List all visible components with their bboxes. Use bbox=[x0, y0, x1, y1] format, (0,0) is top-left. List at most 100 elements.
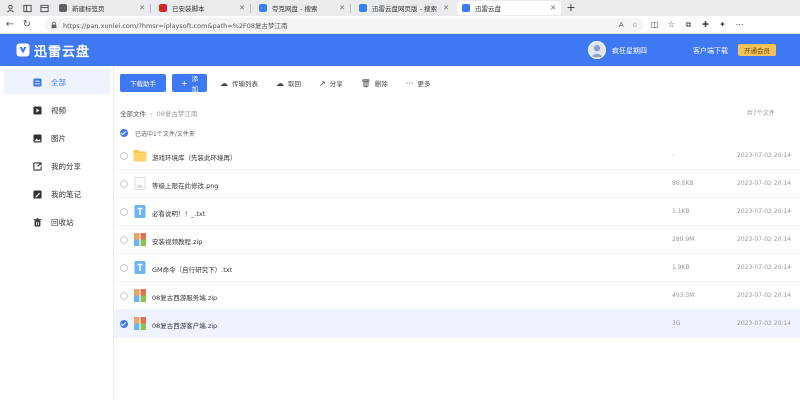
sidebar-item-video[interactable]: 视频 bbox=[4, 98, 110, 122]
table-row[interactable]: 安装视频教程.zip 289.9M 2023-07-02 20:14 bbox=[114, 226, 800, 254]
row-checkbox[interactable] bbox=[120, 208, 128, 216]
tab-divider bbox=[350, 3, 351, 13]
row-checkbox[interactable] bbox=[120, 320, 128, 328]
sidebar-item-my-notes[interactable]: 我的笔记 bbox=[4, 182, 110, 206]
address-text: https://pan.xunlei.com/?hmsr=iplaysoft.c… bbox=[63, 21, 288, 30]
trash-icon bbox=[33, 218, 42, 227]
add-button[interactable]: + 添加 bbox=[172, 74, 207, 93]
share-button[interactable]: ↗ 分享 bbox=[310, 74, 352, 92]
image-icon bbox=[33, 134, 42, 143]
browser-tab[interactable]: 迅雷云盘网页版 - 搜索 ✕ bbox=[354, 1, 454, 15]
address-bar-row: ← ↻ https://pan.xunlei.com/?hmsr=iplayso… bbox=[0, 16, 800, 34]
row-checkbox[interactable] bbox=[120, 180, 128, 188]
back-icon[interactable]: ← bbox=[3, 18, 17, 32]
plus-icon: + bbox=[180, 78, 188, 88]
zip-file-icon bbox=[134, 289, 146, 302]
more-dots-icon: ··· bbox=[405, 78, 414, 88]
file-size: 493.3M bbox=[672, 292, 695, 299]
logo[interactable]: 迅雷云盘 bbox=[16, 41, 90, 60]
transfer-list-button[interactable]: ☁ 传输列表 bbox=[211, 74, 267, 92]
file-name[interactable]: 游戏环境库（先装此环境再） bbox=[152, 152, 237, 162]
sidebar-item-image[interactable]: 图片 bbox=[4, 126, 110, 150]
sidebar-item-all[interactable]: 全部 bbox=[4, 70, 110, 94]
more-button[interactable]: ··· 更多 bbox=[397, 74, 440, 92]
address-bar[interactable]: https://pan.xunlei.com/?hmsr=iplaysoft.c… bbox=[44, 17, 644, 32]
browser-tab[interactable]: 已安装脚本 ✕ bbox=[154, 1, 250, 15]
sidebar-item-my-share[interactable]: 我的分享 bbox=[4, 154, 110, 178]
lock-icon bbox=[51, 21, 57, 28]
refresh-icon[interactable]: ↻ bbox=[20, 18, 34, 32]
image-file-icon bbox=[134, 177, 146, 190]
table-row[interactable]: 08复古西游服务端.zip 493.3M 2023-07-02 20:14 bbox=[114, 282, 800, 310]
row-checkbox[interactable] bbox=[120, 152, 128, 160]
sidebar: 全部 视频 图片 我的分享 我的笔记 回收站 bbox=[0, 66, 114, 400]
file-size: 289.9M bbox=[672, 236, 695, 243]
delete-button[interactable]: 🗑 删除 bbox=[352, 74, 397, 92]
selection-text: 已选中1个文件/文件夹 bbox=[135, 130, 195, 138]
profile-icon[interactable] bbox=[3, 1, 17, 15]
breadcrumb: 全部文件 › 08复古梦江南 bbox=[120, 108, 197, 118]
close-tab-icon[interactable]: ✕ bbox=[443, 4, 449, 12]
sidebar-item-recycle-bin[interactable]: 回收站 bbox=[4, 210, 110, 234]
trash-icon: 🗑 bbox=[360, 78, 371, 88]
file-name[interactable]: 08复古西游服务端.zip bbox=[152, 292, 217, 302]
select-all-checkbox[interactable] bbox=[120, 129, 128, 137]
tab-favicon-icon bbox=[59, 4, 67, 12]
workspaces-icon[interactable] bbox=[20, 1, 34, 15]
browser-tab-active[interactable]: 迅雷云盘 ✕ bbox=[457, 1, 561, 15]
tab-divider bbox=[250, 3, 251, 13]
browser-tab[interactable]: 夸克网盘 - 搜索 ✕ bbox=[254, 1, 350, 15]
file-name[interactable]: 等级上限在此修改.png bbox=[152, 180, 218, 190]
download-helper-button[interactable]: 下载助手 bbox=[120, 74, 166, 92]
action-toolbar: 下载助手 + 添加 ☁ 传输列表 ☁ 取回 ↗ 分享 🗑 删除 ··· 更多 bbox=[120, 74, 440, 93]
tab-label: 迅雷云盘网页版 - 搜索 bbox=[372, 5, 437, 13]
table-row[interactable]: 必看说明！！_.txt 1.1KB 2023-07-02 20:14 bbox=[114, 198, 800, 226]
browser-tab[interactable]: 新建标签页 ✕ bbox=[54, 1, 150, 15]
file-name[interactable]: 安装视频教程.zip bbox=[152, 236, 202, 246]
read-aloud-icon[interactable]: A bbox=[619, 21, 624, 29]
extensions-icon[interactable]: ✚ bbox=[699, 18, 712, 31]
favorites-icon[interactable]: ☆ bbox=[665, 18, 678, 31]
tab-label: 夸克网盘 - 搜索 bbox=[272, 5, 318, 13]
text-file-icon bbox=[134, 205, 146, 218]
breadcrumb-root[interactable]: 全部文件 bbox=[120, 110, 146, 118]
table-row-selected[interactable]: 08复古西游客户端.zip 3G 2023-07-02 20:14 bbox=[114, 310, 800, 338]
file-date: 2023-07-02 20:14 bbox=[737, 264, 792, 271]
client-download-link[interactable]: 客户端下载 bbox=[693, 46, 728, 56]
table-row[interactable]: 等级上限在此修改.png 86.5KB 2023-07-02 20:14 bbox=[114, 170, 800, 198]
list-icon bbox=[33, 78, 42, 87]
close-tab-icon[interactable]: ✕ bbox=[339, 4, 345, 12]
table-row[interactable]: GM命令（自行研究下）.txt 1.9KB 2023-07-02 20:14 bbox=[114, 254, 800, 282]
file-name[interactable]: GM命令（自行研究下）.txt bbox=[152, 264, 232, 274]
share-icon: ↗ bbox=[319, 78, 326, 88]
split-screen-icon[interactable]: ◫ bbox=[648, 18, 661, 31]
row-checkbox[interactable] bbox=[120, 236, 128, 244]
file-size: 1.1KB bbox=[672, 208, 690, 215]
collections-icon[interactable]: ⧉ bbox=[682, 18, 695, 31]
file-name[interactable]: 08复古西游客户端.zip bbox=[152, 320, 217, 330]
row-checkbox[interactable] bbox=[120, 292, 128, 300]
vertical-tabs-icon[interactable] bbox=[37, 1, 51, 15]
user-name[interactable]: 疯狂星期四 bbox=[612, 46, 647, 56]
video-icon bbox=[33, 106, 42, 115]
table-row[interactable]: 游戏环境库（先装此环境再） - 2023-07-02 20:14 bbox=[114, 142, 800, 170]
row-checkbox[interactable] bbox=[120, 264, 128, 272]
tab-favicon-icon bbox=[259, 4, 267, 12]
close-tab-icon[interactable]: ✕ bbox=[550, 4, 556, 12]
tab-label: 新建标签页 bbox=[72, 5, 105, 13]
text-file-icon bbox=[134, 261, 146, 274]
close-tab-icon[interactable]: ✕ bbox=[139, 4, 145, 12]
retrieve-button[interactable]: ☁ 取回 bbox=[267, 74, 310, 92]
new-tab-button[interactable]: + bbox=[564, 1, 578, 15]
avatar[interactable] bbox=[588, 41, 606, 59]
file-name[interactable]: 必看说明！！_.txt bbox=[152, 208, 205, 218]
favorite-star-icon[interactable]: ☆ bbox=[632, 21, 638, 29]
chevron-right-icon: › bbox=[150, 110, 153, 118]
more-menu-icon[interactable]: ⋯ bbox=[733, 18, 746, 31]
open-vip-button[interactable]: 开通会员 bbox=[738, 44, 776, 56]
close-tab-icon[interactable]: ✕ bbox=[239, 4, 245, 12]
copilot-icon[interactable]: ✦ bbox=[716, 18, 729, 31]
share-icon bbox=[33, 162, 42, 171]
file-size: 3G bbox=[672, 320, 681, 327]
zip-file-icon bbox=[134, 317, 146, 330]
